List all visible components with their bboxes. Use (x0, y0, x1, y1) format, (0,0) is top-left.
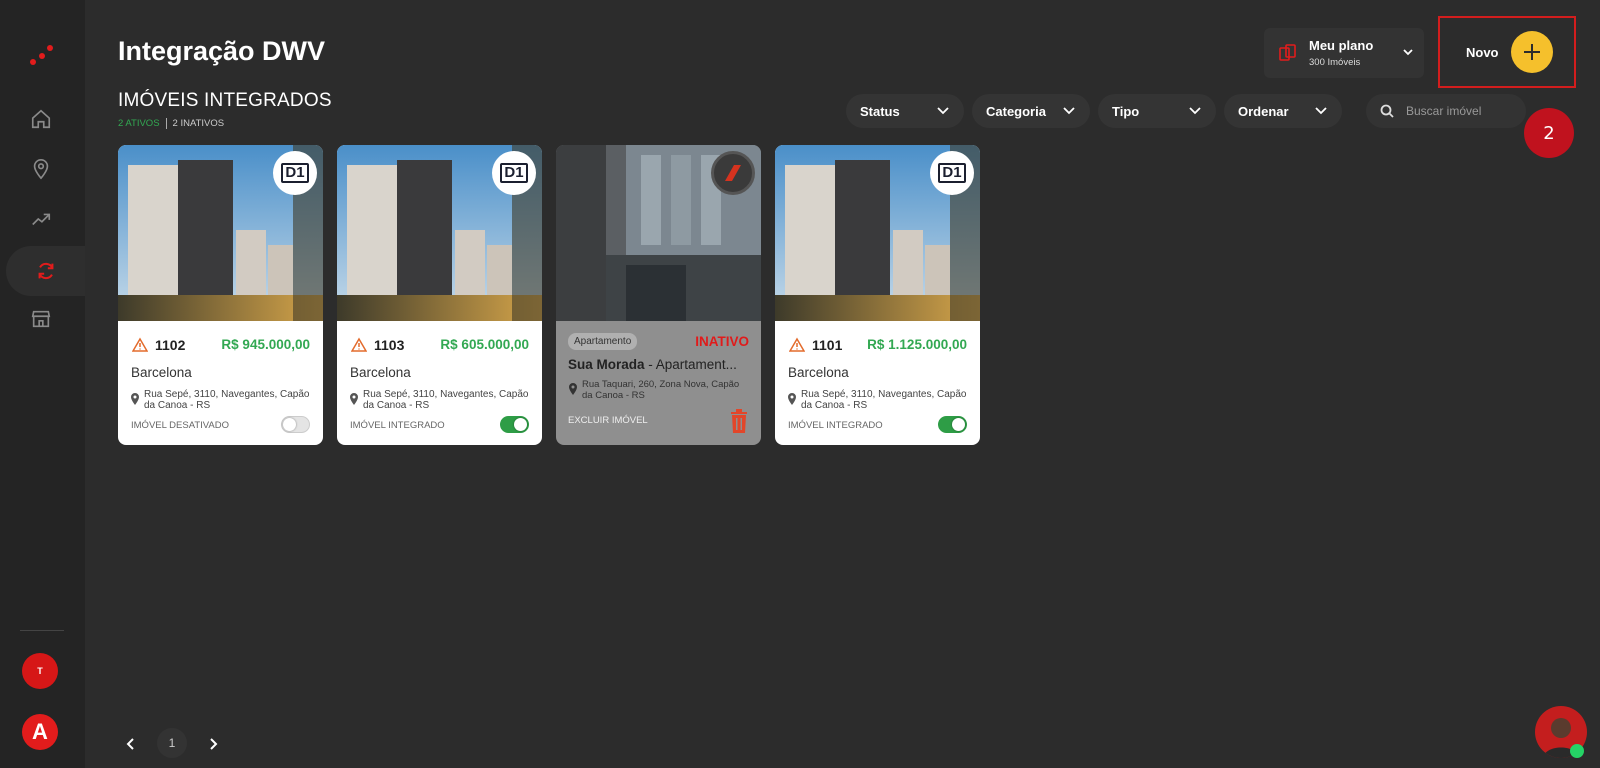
add-button[interactable] (1511, 31, 1553, 73)
property-card[interactable]: D1 1102 R$ 945.000,00 Barcelona Rua Sepé… (118, 145, 323, 445)
search-icon (1380, 104, 1394, 118)
filter-type[interactable]: Tipo (1098, 94, 1216, 128)
brand-logo-icon (725, 165, 741, 181)
property-address: Rua Taquari, 260, Zona Nova, Capão da Ca… (582, 379, 740, 401)
search-input[interactable] (1406, 104, 1526, 118)
step-badge: 2 (1524, 108, 1574, 158)
pagination-current-page[interactable]: 1 (157, 728, 187, 758)
property-card[interactable]: D1 1103 R$ 605.000,00 Barcelona Rua Sepé… (337, 145, 542, 445)
chevron-down-icon (937, 107, 949, 115)
category-chip: Apartamento (568, 333, 638, 350)
map-pin-icon (569, 383, 577, 395)
chevron-down-icon (1189, 107, 1201, 115)
warning-icon (351, 337, 367, 352)
map-pin-icon (131, 393, 139, 405)
property-card-inactive[interactable]: Apartamento INATIVO Sua Morada - Apartam… (556, 145, 761, 445)
property-address: Rua Sepé, 3110, Navegantes, Capão da Can… (801, 389, 967, 411)
nav-store[interactable] (18, 296, 64, 342)
plus-icon (1524, 44, 1540, 60)
sync-icon (38, 262, 53, 280)
new-label[interactable]: Novo (1466, 45, 1499, 60)
nav-analytics[interactable] (18, 196, 64, 242)
whatsapp-icon[interactable] (1570, 744, 1584, 758)
counts: 2 ATIVOS 2 INATIVOS (118, 118, 224, 129)
card-body: 1101 R$ 1.125.000,00 Barcelona Rua Sepé,… (775, 321, 980, 445)
property-address: Rua Sepé, 3110, Navegantes, Capão da Can… (363, 389, 529, 411)
integration-toggle[interactable] (281, 416, 310, 433)
filter-category[interactable]: Categoria (972, 94, 1090, 128)
warning-icon (789, 337, 805, 352)
filter-label: Status (860, 103, 900, 119)
property-address: Rua Sepé, 3110, Navegantes, Capão da Can… (144, 389, 310, 411)
sidebar: T A (0, 0, 85, 768)
property-name-rest: - Apartament... (644, 357, 737, 372)
nav-integration[interactable] (6, 246, 85, 296)
unit-number: 1102 (155, 337, 186, 353)
integration-toggle[interactable] (500, 416, 529, 433)
chevron-down-icon (1315, 107, 1327, 115)
plan-dropdown[interactable]: Meu plano 300 Imóveis (1264, 28, 1424, 78)
toggle-knob (952, 418, 965, 431)
integration-toggle[interactable] (938, 416, 967, 433)
store-icon (31, 310, 51, 328)
trash-icon[interactable] (729, 409, 749, 433)
filter-label: Ordenar (1238, 103, 1289, 119)
filter-label: Categoria (986, 103, 1046, 119)
count-separator (165, 118, 167, 129)
plan-subtitle: 300 Imóveis (1309, 57, 1361, 68)
price: R$ 605.000,00 (440, 337, 529, 352)
active-count[interactable]: 2 ATIVOS (118, 118, 160, 129)
trending-up-icon (32, 213, 51, 226)
developer-badge: D1 (930, 151, 974, 195)
integration-status: IMÓVEL INTEGRADO (350, 420, 445, 431)
card-body: 1103 R$ 605.000,00 Barcelona Rua Sepé, 3… (337, 321, 542, 445)
toggle-knob (283, 418, 296, 431)
property-name: Sua Morada - Apartament... (568, 357, 753, 372)
map-pin-icon (350, 393, 358, 405)
map-pin-icon (788, 393, 796, 405)
section-title: IMÓVEIS INTEGRADOS (118, 90, 332, 111)
user-avatar-small[interactable]: T (22, 653, 58, 689)
card-body: Apartamento INATIVO Sua Morada - Apartam… (556, 321, 761, 445)
inactive-label: INATIVO (695, 334, 749, 349)
home-icon (31, 109, 51, 129)
filter-sort[interactable]: Ordenar (1224, 94, 1342, 128)
inactive-count[interactable]: 2 INATIVOS (173, 118, 225, 129)
new-property-highlight: Novo (1438, 16, 1576, 88)
search-box (1366, 94, 1526, 128)
developer-badge (711, 151, 755, 195)
integration-status: IMÓVEL INTEGRADO (788, 420, 883, 431)
filter-status[interactable]: Status (846, 94, 964, 128)
delete-property-label[interactable]: EXCLUIR IMÓVEL (568, 415, 648, 426)
unit-number: 1103 (374, 337, 405, 353)
chevron-down-icon (1403, 49, 1413, 56)
logo-icon[interactable] (28, 40, 56, 68)
property-name-bold: Sua Morada (568, 357, 645, 372)
price: R$ 1.125.000,00 (867, 337, 967, 352)
card-body: 1102 R$ 945.000,00 Barcelona Rua Sepé, 3… (118, 321, 323, 445)
developer-badge: D1 (273, 151, 317, 195)
plan-icon (1279, 44, 1296, 61)
toggle-knob (514, 418, 527, 431)
property-name: Barcelona (350, 365, 411, 380)
chevron-right-icon[interactable] (204, 735, 222, 753)
filter-label: Tipo (1112, 103, 1140, 119)
developer-badge: D1 (492, 151, 536, 195)
nav-location[interactable] (18, 146, 64, 192)
property-name: Barcelona (131, 365, 192, 380)
integration-status: IMÓVEL DESATIVADO (131, 420, 230, 431)
map-pin-icon (33, 159, 49, 180)
property-name: Barcelona (788, 365, 849, 380)
property-card[interactable]: D1 1101 R$ 1.125.000,00 Barcelona Rua Se… (775, 145, 980, 445)
page-title: Integração DWV (118, 36, 326, 66)
chevron-down-icon (1063, 107, 1075, 115)
plan-title: Meu plano (1309, 38, 1374, 53)
nav-home[interactable] (18, 96, 64, 142)
unit-number: 1101 (812, 337, 843, 353)
warning-icon (132, 337, 148, 352)
user-avatar[interactable]: A (22, 714, 58, 750)
sidebar-divider (20, 630, 64, 631)
price: R$ 945.000,00 (221, 337, 310, 352)
chevron-left-icon[interactable] (122, 735, 140, 753)
